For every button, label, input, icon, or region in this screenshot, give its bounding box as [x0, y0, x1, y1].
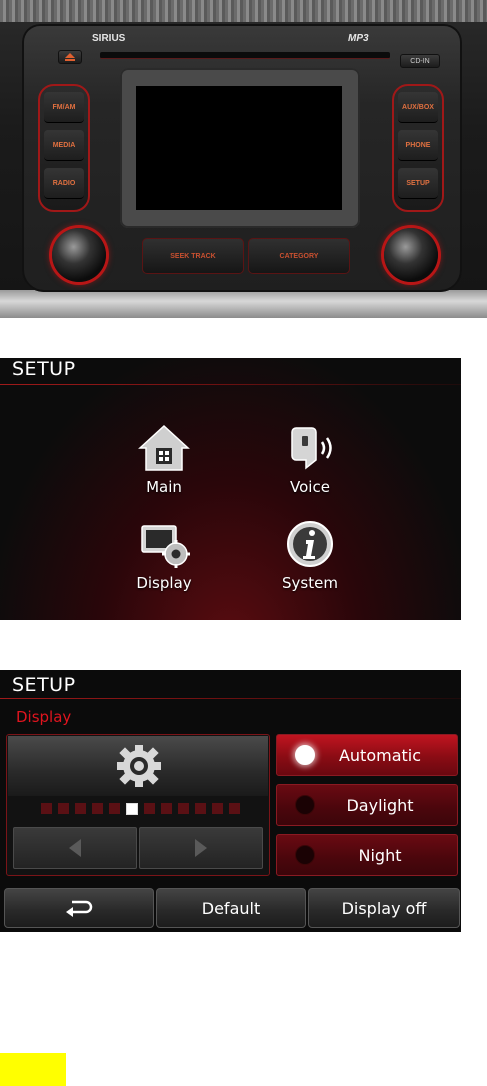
cd-slot — [100, 52, 390, 59]
brightness-increase-button[interactable] — [139, 827, 263, 869]
brightness-level-cell — [161, 803, 172, 814]
back-button[interactable] — [4, 888, 154, 928]
page-title: SETUP — [12, 674, 76, 696]
phone-label: PHONE — [405, 141, 431, 149]
menu-item-main[interactable]: Main — [104, 420, 224, 510]
default-button[interactable]: Default — [156, 888, 306, 928]
seek-track-button[interactable]: SEEK TRACK — [142, 238, 244, 274]
setup-key[interactable]: SETUP — [398, 168, 438, 199]
setup-menu-screen: SETUP Main Voice Display System — [0, 358, 461, 620]
tune-knob[interactable] — [384, 228, 438, 282]
display-off-label: Display off — [341, 898, 427, 918]
menu-label-voice: Voice — [290, 478, 330, 496]
brightness-level-cell — [144, 803, 155, 814]
brightness-panel — [6, 734, 270, 876]
brightness-gear-icon — [117, 745, 161, 787]
mode-night-label: Night — [358, 845, 402, 865]
eject-button[interactable] — [58, 50, 82, 64]
seek-track-label: SEEK TRACK — [170, 252, 216, 260]
phone-key[interactable]: PHONE — [398, 130, 438, 161]
right-key-cluster: AUX/BOX PHONE SETUP — [392, 84, 444, 212]
brightness-level-cell — [195, 803, 206, 814]
section-title: Display — [16, 708, 72, 726]
brightness-level-cell — [58, 803, 69, 814]
left-key-cluster: FM/AM MEDIA RADIO — [38, 84, 90, 212]
menu-item-voice[interactable]: Voice — [250, 420, 370, 510]
page-title: SETUP — [12, 358, 76, 380]
volume-knob[interactable] — [52, 228, 106, 282]
mode-automatic-label: Automatic — [338, 745, 422, 765]
dashboard-trim — [0, 0, 487, 22]
radio-night — [295, 845, 315, 865]
home-icon — [138, 424, 190, 471]
media-label: MEDIA — [52, 141, 76, 149]
mode-night-button[interactable]: Night — [276, 834, 458, 876]
menu-label-display: Display — [136, 574, 192, 592]
menu-label-main: Main — [146, 478, 182, 496]
dashboard-trim-bottom — [0, 290, 487, 318]
highlight-marker — [0, 1053, 66, 1086]
left-arrow-icon — [69, 839, 81, 857]
right-arrow-icon — [195, 839, 207, 857]
radio-label: RADIO — [52, 179, 76, 187]
title-divider — [0, 384, 461, 385]
display-off-button[interactable]: Display off — [308, 888, 460, 928]
brightness-level-cell — [41, 803, 52, 814]
fm-am-label: FM/AM — [52, 103, 76, 111]
info-icon — [287, 521, 333, 567]
eject-icon — [65, 53, 75, 61]
cd-in-label: CD-IN — [410, 57, 430, 65]
brightness-level-cell — [126, 803, 138, 815]
display-settings-screen: SETUP Display Automatic Daylight Night D… — [0, 670, 461, 932]
brightness-level-cell — [212, 803, 223, 814]
default-label: Default — [201, 898, 261, 918]
media-key[interactable]: MEDIA — [44, 130, 84, 161]
brightness-level-cell — [75, 803, 86, 814]
cd-in-button[interactable]: CD-IN — [400, 54, 440, 68]
aux-box-key[interactable]: AUX/BOX — [398, 92, 438, 123]
fm-am-key[interactable]: FM/AM — [44, 92, 84, 123]
title-divider — [0, 698, 461, 699]
brightness-level-cell — [92, 803, 103, 814]
brightness-level-cell — [229, 803, 240, 814]
category-label: CATEGORY — [279, 252, 319, 260]
brightness-decrease-button[interactable] — [13, 827, 137, 869]
brightness-level-cell — [109, 803, 120, 814]
radio-key[interactable]: RADIO — [44, 168, 84, 199]
back-arrow-icon — [66, 900, 93, 917]
brightness-level-cell — [178, 803, 189, 814]
head-unit-screen — [136, 86, 342, 210]
mp3-logo: MP3 — [348, 33, 369, 44]
mode-automatic-button[interactable]: Automatic — [276, 734, 458, 776]
display-settings-icon — [141, 525, 190, 568]
menu-item-system[interactable]: System — [250, 516, 370, 606]
head-unit-photo: SIRIUS MP3 CD-IN FM/AM MEDIA RADIO AUX/B… — [0, 0, 487, 318]
aux-box-label: AUX/BOX — [402, 103, 434, 111]
sirius-logo: SIRIUS — [92, 33, 126, 44]
menu-label-system: System — [282, 574, 338, 592]
category-button[interactable]: CATEGORY — [248, 238, 350, 274]
mode-daylight-button[interactable]: Daylight — [276, 784, 458, 826]
voice-icon — [291, 427, 332, 470]
mode-daylight-label: Daylight — [346, 795, 414, 815]
setup-label: SETUP — [406, 179, 430, 187]
brightness-level-bar[interactable] — [41, 803, 240, 815]
radio-daylight — [295, 795, 315, 815]
menu-item-display[interactable]: Display — [104, 516, 224, 606]
radio-automatic — [295, 745, 315, 765]
